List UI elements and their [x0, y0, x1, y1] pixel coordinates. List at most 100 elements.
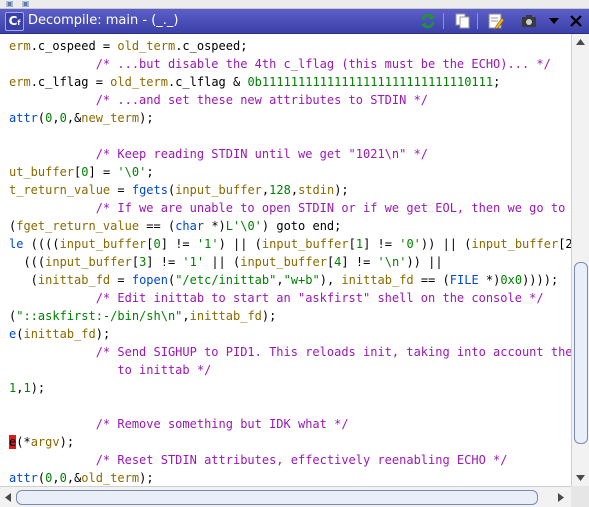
code-token: old_term: [117, 39, 176, 53]
scroll-left-button[interactable]: [0, 489, 16, 505]
code-token: /* Edit inittab to start an "askfirst" s…: [9, 291, 544, 305]
code-token: ] !=: [160, 237, 197, 251]
code-token: ,: [52, 111, 60, 125]
copy-button[interactable]: [451, 10, 473, 32]
close-button[interactable]: [565, 10, 587, 32]
decompiled-code-view[interactable]: erm.c_ospeed = old_term.c_ospeed; /* ...…: [0, 34, 571, 486]
code-token: );: [59, 435, 75, 449]
code-token: FILE: [449, 273, 479, 287]
code-line[interactable]: /* Remove something but IDK what */: [9, 415, 349, 433]
code-token: inittab_fd: [37, 273, 111, 287]
code-line[interactable]: attr(0,0,&old_term);: [9, 469, 154, 486]
menu-button[interactable]: [543, 10, 565, 32]
code-token: "w+b": [283, 273, 320, 287]
refresh-button[interactable]: [417, 10, 439, 32]
code-line[interactable]: le ((((input_buffer[0] != '1') || (input…: [9, 235, 571, 253]
code-token: input_buffer: [261, 237, 349, 251]
horizontal-scroll-thumb[interactable]: [16, 490, 538, 505]
code-token: == (: [139, 219, 176, 233]
code-token: 0x0: [500, 273, 523, 287]
code-token: ) || (: [218, 237, 262, 251]
code-line[interactable]: ("::askfirst:-/bin/sh\n",inittab_fd);: [9, 307, 276, 325]
code-token: ,: [276, 273, 284, 287]
code-token: /* ...but disable the 4th c_lflag (this …: [9, 57, 551, 71]
code-token: old_term: [81, 471, 140, 485]
code-token: argv: [30, 435, 60, 449]
code-token: ,: [182, 309, 190, 323]
code-token: );: [139, 471, 154, 485]
code-token: fopen: [131, 273, 168, 287]
code-token: 0: [81, 165, 89, 179]
code-line[interactable]: to inittab */: [9, 361, 211, 379]
code-line[interactable]: /* Reset STDIN attributes, effectively r…: [9, 451, 508, 469]
code-token: /* Keep reading STDIN until we get "1021…: [9, 147, 429, 161]
code-line[interactable]: /* Send SIGHUP to PID1. This reloads ini…: [9, 343, 571, 361]
code-token: '1': [196, 237, 219, 251]
code-token: /* ...and set these new attributes to ST…: [9, 93, 429, 107]
code-token: 1: [355, 237, 364, 251]
close-icon: [570, 15, 582, 27]
code-token: new_term: [81, 111, 140, 125]
scroll-up-button[interactable]: [572, 34, 589, 50]
code-token: ) goto end;: [261, 219, 342, 233]
toolbar-separator: [477, 13, 478, 29]
snapshot-icon: [522, 15, 536, 27]
code-token: 128: [269, 183, 291, 197]
code-line[interactable]: erm.c_ospeed = old_term.c_ospeed;: [9, 37, 247, 55]
code-token: input_buffer: [59, 237, 147, 251]
code-line[interactable]: (inittab_fd = fopen("/etc/inittab","w+b"…: [9, 271, 559, 289]
parent-toolbar-strip: ▣ ▣: [0, 0, 589, 9]
code-line[interactable]: e(*argv);: [9, 433, 74, 451]
code-token: inittab_fd: [23, 327, 96, 341]
code-token: ;: [146, 165, 154, 179]
code-token: le: [9, 237, 24, 251]
code-token: *): [478, 273, 501, 287]
code-token: '0': [399, 237, 421, 251]
code-line[interactable]: /* Edit inittab to start an "askfirst" s…: [9, 289, 544, 307]
code-token: old_term: [110, 75, 168, 89]
code-line[interactable]: /* ...but disable the 4th c_lflag (this …: [9, 55, 551, 73]
code-token: input_buffer: [240, 255, 327, 269]
code-token: ut_buffer: [9, 165, 75, 179]
code-token: inittab_fd: [189, 309, 262, 323]
decompiler-icon: Cf: [5, 12, 24, 31]
code-line[interactable]: /* ...and set these new attributes to ST…: [9, 91, 428, 109]
code-token: inittab_fd: [341, 273, 414, 287]
code-token: /* Remove something but IDK what */: [9, 417, 349, 431]
code-line[interactable]: ut_buffer[0] = '\0';: [9, 163, 154, 181]
code-token: 0b11111111111111111111111111110111: [247, 75, 494, 89]
refresh-icon: [421, 13, 435, 29]
code-line[interactable]: (fget_return_value == (char *)L'\0') got…: [9, 217, 341, 235]
horizontal-scrollbar[interactable]: [0, 486, 571, 507]
code-line[interactable]: /* If we are unable to open STDIN or if …: [9, 199, 571, 217]
code-token: t_return_value: [9, 183, 111, 197]
code-token: ] =: [88, 165, 118, 179]
code-token: ((((: [23, 237, 60, 251]
code-line[interactable]: t_return_value = fgets(input_buffer,128,…: [9, 181, 349, 199]
chevron-right-icon: [558, 492, 564, 502]
code-token: erm: [9, 75, 31, 89]
code-token: ))));: [522, 273, 559, 287]
decompile-window-titlebar[interactable]: Cf Decompile: main - (_._): [0, 9, 589, 34]
code-token: erm: [9, 39, 31, 53]
code-token: ] !=: [146, 255, 183, 269]
code-line[interactable]: 1,1);: [9, 379, 45, 397]
snapshot-button[interactable]: [518, 10, 540, 32]
code-token: 1: [23, 381, 31, 395]
code-token: .c_ospeed =: [30, 39, 118, 53]
code-line[interactable]: e(inittab_fd);: [9, 325, 110, 343]
code-line[interactable]: (((input_buffer[3] != '1' || (input_buff…: [9, 253, 442, 271]
code-line[interactable]: /* Keep reading STDIN until we get "1021…: [9, 145, 428, 163]
code-token: char: [175, 219, 205, 233]
vertical-scroll-thumb[interactable]: [574, 262, 588, 444]
code-token: '\0': [117, 165, 147, 179]
scroll-right-button[interactable]: [553, 489, 569, 505]
edit-button[interactable]: [485, 10, 507, 32]
code-token: ] !=: [363, 237, 400, 251]
vertical-scrollbar[interactable]: [571, 34, 589, 486]
scroll-down-button[interactable]: [572, 470, 589, 486]
code-line[interactable]: attr(0,0,&new_term);: [9, 109, 154, 127]
menu-icon: [549, 18, 559, 24]
code-token: *): [204, 219, 226, 233]
code-line[interactable]: erm.c_lflag = old_term.c_lflag & 0b11111…: [9, 73, 500, 91]
